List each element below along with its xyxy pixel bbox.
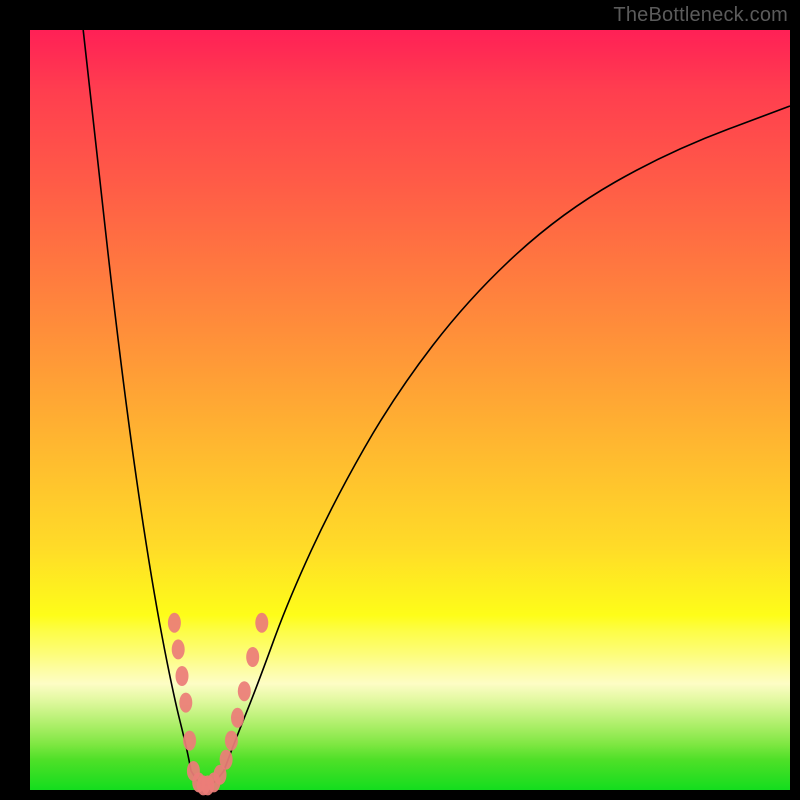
- curve-marker: [176, 666, 189, 686]
- curve-marker: [238, 681, 251, 701]
- marker-group: [168, 613, 268, 796]
- plot-area: [30, 30, 790, 790]
- curve-marker: [179, 693, 192, 713]
- curve-marker: [225, 731, 238, 751]
- curve-marker: [246, 647, 259, 667]
- curve-marker: [231, 708, 244, 728]
- curve-marker: [168, 613, 181, 633]
- curve-marker: [183, 731, 196, 751]
- bottleneck-curve: [83, 30, 790, 785]
- chart-canvas: TheBottleneck.com: [0, 0, 800, 800]
- curve-layer: [30, 30, 790, 790]
- watermark-text: TheBottleneck.com: [613, 4, 788, 27]
- curve-marker: [255, 613, 268, 633]
- curve-marker: [172, 639, 185, 659]
- curve-marker: [220, 750, 233, 770]
